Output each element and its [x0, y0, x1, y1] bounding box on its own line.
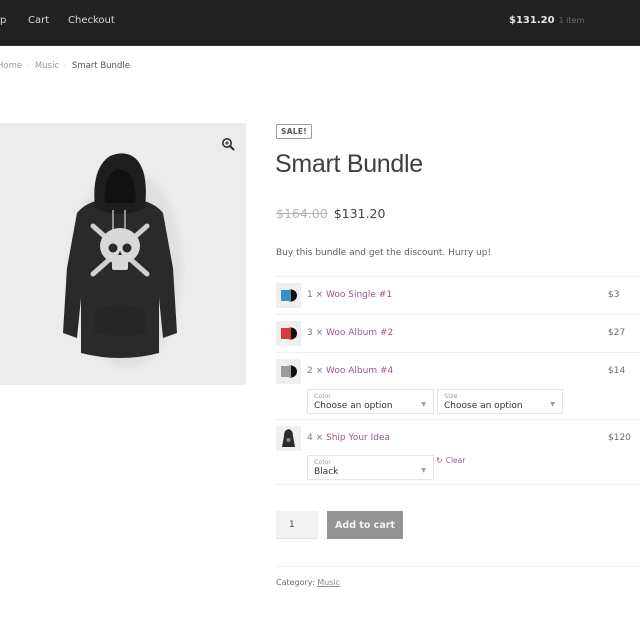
chevron-down-icon: ▼ — [550, 401, 555, 408]
add-to-cart-button[interactable]: Add to cart — [327, 511, 403, 539]
select-label: Color — [314, 392, 331, 400]
item-link[interactable]: Ship Your Idea — [326, 433, 390, 443]
breadcrumb-music[interactable]: Music — [35, 61, 59, 71]
size-select[interactable]: Size Choose an option ▼ — [437, 389, 563, 414]
site-header: p Cart Checkout $131.20 1 item — [0, 0, 640, 46]
item-price: $14 — [608, 366, 626, 376]
sale-price: $131.20 — [333, 206, 386, 221]
short-description: Buy this bundle and get the discount. Hu… — [276, 248, 492, 258]
vinyl-thumbnail-icon[interactable] — [276, 283, 301, 308]
breadcrumb-separator: › — [64, 62, 67, 70]
select-label: Color — [314, 458, 331, 466]
bundle-item-title: 2 × Woo Album #4 — [307, 366, 393, 376]
select-label: Size — [444, 392, 458, 400]
clear-label: Clear — [445, 456, 466, 465]
breadcrumb-separator: › — [27, 62, 30, 70]
item-price: $120 — [608, 433, 631, 443]
item-quantity: 3 × — [307, 328, 324, 338]
product-price: $164.00 $131.20 — [276, 206, 385, 221]
bundle-item-row: 3 × Woo Album #2 $27 — [276, 314, 640, 352]
breadcrumb: Home › Music › Smart Bundle — [0, 61, 130, 71]
category-link[interactable]: Music — [317, 578, 340, 587]
bundle-item-row: 1 × Woo Single #1 $3 — [276, 276, 640, 314]
hoodie-thumbnail-icon[interactable] — [276, 426, 301, 451]
item-price: $3 — [608, 290, 620, 300]
quantity-input[interactable] — [276, 511, 318, 539]
item-quantity: 2 × — [307, 366, 324, 376]
bundle-item-title: 4 × Ship Your Idea — [307, 433, 390, 443]
nav-checkout-link[interactable]: Checkout — [68, 15, 115, 26]
nav-cart-link[interactable]: Cart — [28, 15, 49, 26]
breadcrumb-home[interactable]: Home — [0, 61, 22, 71]
bundle-items-table: 1 × Woo Single #1 $3 3 × Woo Album #2 $2… — [276, 276, 640, 485]
select-value: Choose an option — [444, 401, 523, 411]
product-title: Smart Bundle — [275, 150, 423, 178]
product-image-hoodie — [63, 153, 182, 368]
item-price: $27 — [608, 328, 626, 338]
color-select[interactable]: Color Black ▼ — [307, 455, 434, 480]
product-meta: Category: Music — [276, 578, 340, 587]
breadcrumb-current: Smart Bundle — [71, 61, 130, 71]
category-label: Category: — [276, 578, 315, 587]
zoom-magnifier-icon[interactable] — [221, 137, 235, 151]
refresh-icon: ↻ — [436, 456, 443, 465]
clear-selection-link[interactable]: ↻ Clear — [436, 456, 465, 465]
bundle-item-title: 1 × Woo Single #1 — [307, 290, 392, 300]
vinyl-thumbnail-icon[interactable] — [276, 321, 301, 346]
vinyl-thumbnail-icon[interactable] — [276, 359, 301, 384]
select-value: Black — [314, 467, 339, 477]
mini-cart-count: 1 item — [558, 16, 585, 25]
bundle-item-row: 4 × Ship Your Idea $120 Color Black ▼ ↻ C… — [276, 419, 640, 485]
nav-shop-link[interactable]: p — [0, 15, 6, 26]
select-value: Choose an option — [314, 401, 393, 411]
color-select[interactable]: Color Choose an option ▼ — [307, 389, 434, 414]
item-quantity: 1 × — [307, 290, 324, 300]
item-link[interactable]: Woo Album #4 — [326, 366, 393, 376]
bundle-item-row: 2 × Woo Album #4 $14 Color Choose an opt… — [276, 352, 640, 419]
item-link[interactable]: Woo Album #2 — [326, 328, 393, 338]
mini-cart[interactable]: $131.20 1 item — [509, 15, 584, 26]
divider — [276, 566, 640, 567]
chevron-down-icon: ▼ — [421, 467, 426, 474]
mini-cart-amount: $131.20 — [509, 15, 555, 26]
product-gallery[interactable] — [0, 123, 246, 385]
item-link[interactable]: Woo Single #1 — [326, 290, 392, 300]
item-quantity: 4 × — [307, 433, 324, 443]
regular-price: $164.00 — [276, 206, 328, 221]
bundle-item-title: 3 × Woo Album #2 — [307, 328, 393, 338]
chevron-down-icon: ▼ — [421, 401, 426, 408]
sale-badge: SALE! — [276, 124, 313, 139]
